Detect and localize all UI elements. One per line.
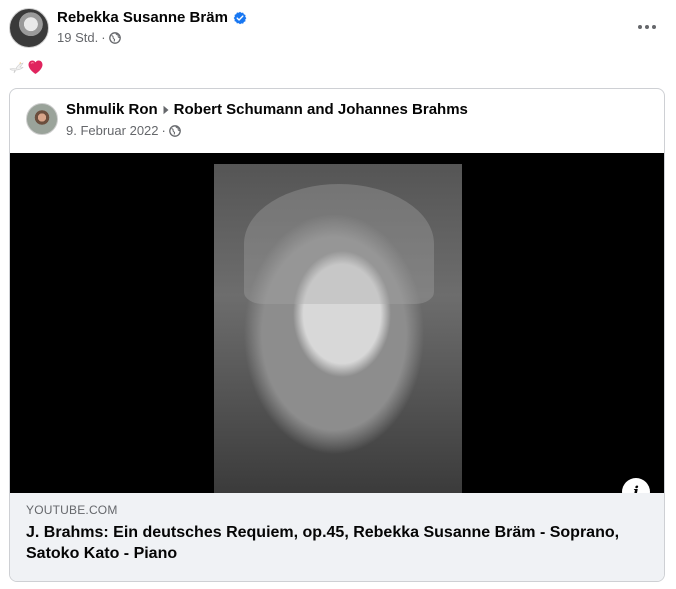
shared-header: Shmulik Ron Robert Schumann and Johannes…: [66, 101, 468, 118]
more-options-icon[interactable]: [632, 12, 662, 42]
dove-emoji: [9, 62, 24, 74]
author-name[interactable]: Rebekka Susanne Bräm: [57, 9, 228, 26]
globe-icon: [169, 124, 181, 137]
shared-author-name[interactable]: Shmulik Ron: [66, 101, 158, 118]
video-thumbnail[interactable]: [10, 153, 664, 493]
link-preview[interactable]: YOUTUBE.COM J. Brahms: Ein deutsches Req…: [10, 493, 664, 581]
red-heart-emoji: [28, 60, 43, 74]
shared-date[interactable]: 9. Februar 2022: [66, 123, 159, 138]
portrait-photo: [214, 164, 462, 493]
caret-right-icon: [163, 105, 169, 114]
shared-group-name[interactable]: Robert Schumann and Johannes Brahms: [174, 101, 468, 118]
more-dot: [638, 25, 642, 29]
post-text: [9, 59, 44, 75]
author-avatar[interactable]: [9, 8, 49, 48]
author-row: Rebekka Susanne Bräm: [57, 9, 247, 26]
post-timestamp[interactable]: 19 Std.: [57, 30, 98, 45]
meta-separator: ·: [101, 30, 106, 45]
more-dot: [652, 25, 656, 29]
meta-separator: ·: [161, 123, 166, 138]
shared-post-card[interactable]: Shmulik Ron Robert Schumann and Johannes…: [9, 88, 665, 582]
post-meta: 19 Std. ·: [57, 30, 121, 45]
facebook-post: Rebekka Susanne Bräm 19 Std. · Shmulik R…: [0, 0, 676, 589]
shared-meta: 9. Februar 2022 ·: [66, 123, 181, 138]
more-dot: [645, 25, 649, 29]
verified-badge-icon: [233, 11, 247, 24]
globe-icon: [108, 31, 121, 44]
shared-author-avatar[interactable]: [26, 103, 58, 135]
link-source: YOUTUBE.COM: [26, 503, 118, 517]
link-title[interactable]: J. Brahms: Ein deutsches Requiem, op.45,…: [26, 522, 636, 564]
